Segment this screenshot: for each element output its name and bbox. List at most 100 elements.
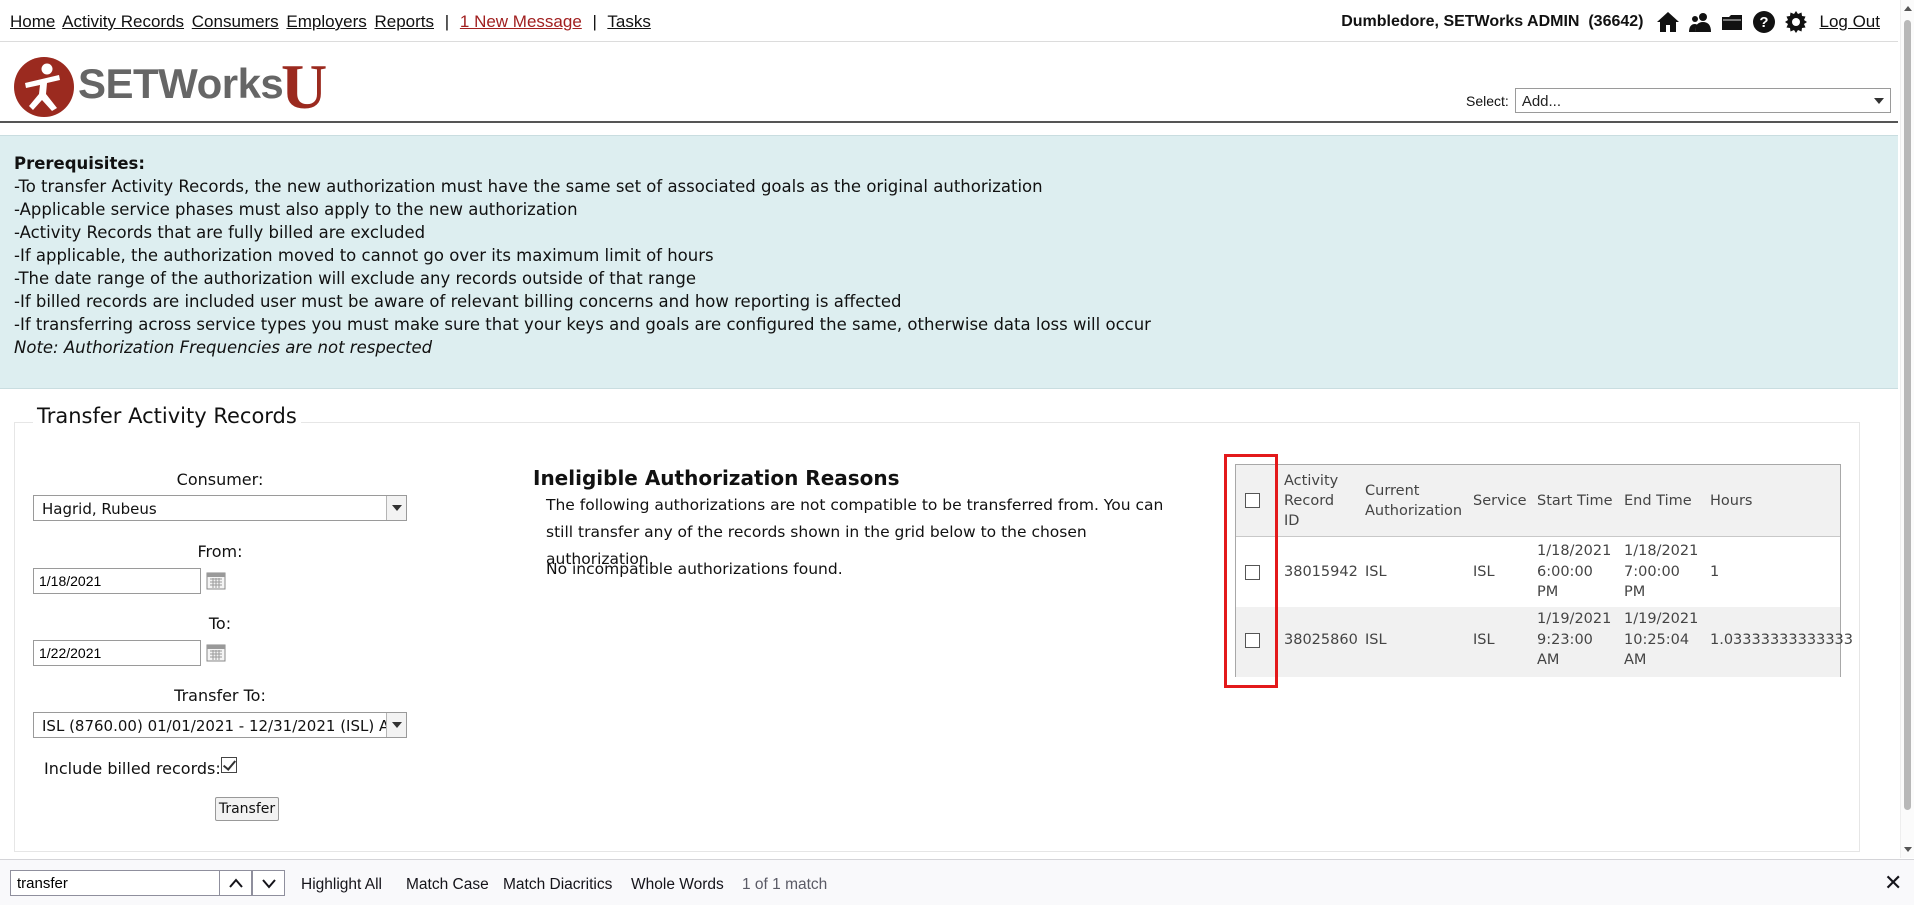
chevron-down-icon[interactable] (386, 496, 406, 520)
cell-start-time: 1/18/2021 6:00:00 PM (1537, 541, 1611, 603)
cell-text: 9:23:00 (1537, 631, 1593, 648)
to-date-input[interactable] (33, 640, 201, 666)
consumer-value: Hagrid, Rubeus (42, 500, 157, 518)
scrollbar-thumb[interactable] (1904, 20, 1911, 810)
transfer-to-combobox[interactable]: ISL (8760.00) 01/01/2021 - 12/31/2021 (I… (33, 712, 407, 738)
ineligible-title: Ineligible Authorization Reasons (533, 466, 900, 490)
include-billed-checkbox[interactable] (221, 757, 237, 773)
user-name-text: Dumbledore, SETWorks ADMIN (1341, 13, 1580, 30)
whole-words-option[interactable]: Whole Words (631, 876, 724, 894)
header-text: Authorization (1365, 503, 1463, 519)
header-activity-record-id[interactable]: Activity Record ID (1284, 471, 1338, 531)
scroll-down-icon[interactable] (1904, 847, 1912, 852)
cell-text: 1/18/2021 (1624, 543, 1699, 559)
top-nav: Home Activity Records Consumers Employer… (0, 0, 1898, 42)
cell-service: ISL (1473, 564, 1495, 580)
match-diacritics-option[interactable]: Match Diacritics (503, 876, 612, 894)
nav-new-message-link[interactable]: 1 New Message (460, 12, 582, 31)
header-text: ID (1284, 513, 1300, 529)
table-row[interactable]: 38025860 ISL ISL 1/19/2021 9:23:00 AM 1/… (1236, 607, 1853, 677)
consumer-combobox[interactable]: Hagrid, Rubeus (33, 495, 407, 521)
cell-text: AM (1624, 652, 1647, 668)
chevron-down-icon[interactable] (386, 713, 406, 737)
svg-text:?: ? (1759, 14, 1768, 31)
folder-icon[interactable] (1720, 10, 1744, 34)
chevron-down-icon (1873, 98, 1884, 104)
nav-tasks-link[interactable]: Tasks (607, 12, 650, 31)
header-hours[interactable]: Hours (1710, 491, 1752, 511)
calendar-icon[interactable] (206, 572, 226, 590)
prerequisites-box: Prerequisites: -To transfer Activity Rec… (0, 135, 1898, 389)
add-select-value: Add... (1521, 93, 1562, 110)
match-case-option[interactable]: Match Case (406, 876, 489, 894)
scroll-up-icon[interactable] (1904, 6, 1912, 11)
from-date-input[interactable] (33, 568, 201, 594)
find-status: 1 of 1 match (742, 876, 828, 893)
add-select[interactable]: Add... (1514, 88, 1891, 113)
nav-home-link[interactable]: Home (10, 12, 55, 31)
from-label: From: (197, 542, 243, 561)
prereq-line: -If transferring across service types yo… (14, 315, 1151, 334)
header-current-authorization[interactable]: Current Authorization (1365, 481, 1462, 521)
page-scrollbar[interactable] (1900, 0, 1914, 858)
cell-text: 7:00:00 (1624, 563, 1680, 580)
nav-employers-link[interactable]: Employers (286, 12, 366, 31)
transfer-to-label: Transfer To: (174, 686, 266, 705)
home-icon[interactable] (1656, 10, 1680, 34)
transfer-button[interactable]: Transfer (215, 797, 279, 821)
table-row[interactable]: 38015942 ISL ISL 1/18/2021 6:00:00 PM 1/… (1236, 537, 1840, 607)
header-start-time[interactable]: Start Time (1537, 491, 1613, 511)
find-previous-button[interactable] (219, 870, 252, 896)
cell-end-time: 1/19/2021 10:25:04 AM (1624, 609, 1698, 671)
header-service[interactable]: Service (1473, 491, 1527, 511)
highlight-all-option[interactable]: Highlight All (301, 876, 382, 894)
header-text: Record (1284, 493, 1335, 509)
include-billed-label: Include billed records: (44, 759, 221, 778)
find-next-button[interactable] (252, 870, 285, 896)
nav-links: Home Activity Records Consumers Employer… (10, 12, 654, 32)
user-area: Dumbledore, SETWorks ADMIN (36642) ? Log… (1341, 10, 1880, 34)
users-icon[interactable] (1688, 10, 1712, 34)
nav-consumers-link[interactable]: Consumers (192, 12, 279, 31)
prereq-line: -The date range of the authorization wil… (14, 269, 696, 288)
footer-cut-off (500, 851, 1400, 859)
calendar-icon[interactable] (206, 644, 226, 662)
gear-icon[interactable] (1784, 10, 1808, 34)
find-input[interactable] (10, 870, 220, 896)
cell-record-id: 38025860 (1284, 632, 1358, 648)
cell-start-time: 1/19/2021 9:23:00 AM (1537, 609, 1611, 671)
user-name: Dumbledore, SETWorks ADMIN (36642) (1341, 13, 1643, 31)
ineligible-none-message: No incompatible authorizations found. (546, 560, 843, 578)
logout-link[interactable]: Log Out (1820, 12, 1881, 32)
header-divider (0, 121, 1898, 123)
cell-service: ISL (1473, 632, 1495, 648)
nav-separator: | (444, 12, 450, 31)
transfer-to-value: ISL (8760.00) 01/01/2021 - 12/31/2021 (I… (42, 717, 404, 735)
select-row: Select: Add... (1466, 88, 1891, 113)
activity-records-grid: Activity Record ID Current Authorization… (1235, 464, 1853, 677)
checkbox-column-highlight (1224, 454, 1278, 688)
cell-text: 1/19/2021 (1624, 611, 1699, 627)
cell-text: 10:25:04 (1624, 631, 1690, 648)
prereq-line: -If applicable, the authorization moved … (14, 246, 714, 265)
cell-end-time: 1/18/2021 7:00:00 PM (1624, 541, 1698, 603)
consumer-label: Consumer: (176, 470, 264, 489)
prereq-line: -If billed records are included user mus… (14, 292, 902, 311)
grid-header: Activity Record ID Current Authorization… (1236, 465, 1840, 537)
cell-text: 6:00:00 (1537, 563, 1593, 580)
nav-activity-records-link[interactable]: Activity Records (62, 12, 184, 31)
chevron-up-icon (229, 878, 243, 888)
to-label: To: (208, 614, 232, 633)
prereq-note: Note: Authorization Frequencies are not … (14, 338, 433, 357)
cell-record-id: 38015942 (1284, 564, 1358, 580)
nav-reports-link[interactable]: Reports (374, 12, 434, 31)
prereq-line: -Applicable service phases must also app… (14, 200, 578, 219)
prerequisites-title: Prerequisites: (14, 154, 145, 173)
cell-hours: 1 (1710, 564, 1720, 580)
find-bar: Highlight All Match Case Match Diacritic… (0, 859, 1914, 905)
logo-u: U (281, 51, 328, 122)
prereq-line: -Activity Records that are fully billed … (14, 223, 426, 242)
help-icon[interactable]: ? (1752, 10, 1776, 34)
close-icon[interactable]: ✕ (1884, 872, 1902, 894)
header-end-time[interactable]: End Time (1624, 491, 1692, 511)
